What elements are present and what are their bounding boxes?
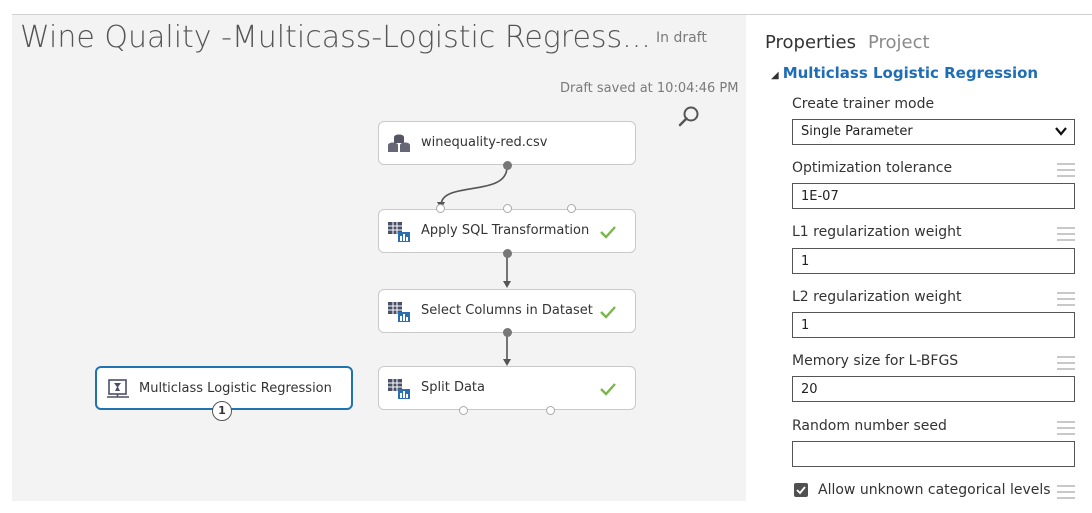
module-apply-sql-transformation[interactable]: Apply SQL Transformation — [378, 209, 636, 253]
section-title: Multiclass Logistic Regression — [782, 64, 1039, 82]
module-label: Apply SQL Transformation — [421, 223, 590, 238]
input-port[interactable] — [567, 204, 576, 213]
collapse-triangle-icon: ◢ — [771, 70, 779, 81]
parameter-drag-handle-icon[interactable] — [1057, 421, 1075, 435]
output-port-left[interactable] — [459, 406, 468, 415]
l1-weight-label: L1 regularization weight — [792, 224, 962, 240]
output-port[interactable] — [503, 249, 512, 258]
allow-unknown-label: Allow unknown categorical levels — [818, 482, 1051, 498]
trainer-mode-value: Single Parameter — [801, 124, 913, 139]
trainer-mode-select[interactable]: Single Parameter — [792, 119, 1075, 145]
model-icon — [107, 379, 129, 398]
output-port-right[interactable] — [546, 406, 555, 415]
module-label: Select Columns in Dataset — [421, 303, 593, 318]
parameter-drag-handle-icon[interactable] — [1057, 485, 1075, 499]
properties-panel: Properties Project ◢ Multiclass Logistic … — [765, 20, 1092, 513]
dataset-icon — [388, 134, 410, 152]
module-split-data[interactable]: Split Data — [378, 366, 636, 410]
optimization-tolerance-input[interactable] — [792, 183, 1075, 209]
tab-project[interactable]: Project — [868, 32, 930, 53]
memory-size-input[interactable] — [792, 376, 1075, 402]
l1-weight-input[interactable] — [792, 248, 1075, 274]
section-header[interactable]: ◢ Multiclass Logistic Regression — [771, 64, 1038, 82]
allow-unknown-checkbox[interactable] — [794, 483, 808, 497]
random-seed-input[interactable] — [792, 441, 1075, 467]
checkmark-icon — [796, 486, 806, 495]
output-port[interactable] — [503, 161, 512, 170]
l2-weight-label: L2 regularization weight — [792, 289, 962, 305]
port-badge[interactable]: 1 — [212, 401, 232, 421]
optimization-tolerance-label: Optimization tolerance — [792, 160, 953, 176]
parameter-drag-handle-icon[interactable] — [1057, 163, 1075, 177]
transform-icon — [388, 302, 410, 322]
parameter-drag-handle-icon[interactable] — [1057, 292, 1075, 306]
random-seed-label: Random number seed — [792, 418, 947, 434]
module-label: winequality-red.csv — [421, 135, 548, 150]
chevron-down-icon — [1055, 127, 1067, 136]
check-icon — [600, 383, 616, 396]
module-connections — [437, 166, 511, 366]
transform-icon — [388, 379, 410, 399]
module-label: Multiclass Logistic Regression — [139, 381, 332, 396]
module-winequality-dataset[interactable]: winequality-red.csv — [378, 121, 636, 165]
module-label: Split Data — [421, 380, 485, 395]
check-icon — [600, 306, 616, 319]
module-select-columns[interactable]: Select Columns in Dataset — [378, 289, 636, 333]
l2-weight-input[interactable] — [792, 312, 1075, 338]
parameter-drag-handle-icon[interactable] — [1057, 356, 1075, 370]
tab-properties[interactable]: Properties — [765, 32, 856, 53]
trainer-mode-label: Create trainer mode — [792, 96, 935, 112]
transform-icon — [388, 222, 410, 242]
memory-size-label: Memory size for L-BFGS — [792, 353, 959, 369]
parameter-drag-handle-icon[interactable] — [1057, 227, 1075, 241]
check-icon — [600, 226, 616, 239]
input-port[interactable] — [503, 204, 512, 213]
output-port[interactable] — [503, 328, 512, 337]
input-port[interactable] — [436, 204, 445, 213]
